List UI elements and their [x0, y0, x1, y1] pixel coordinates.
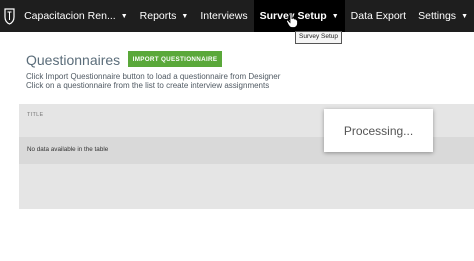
caret-down-icon: ▼ — [461, 12, 468, 20]
nav-item-questionnaire-select[interactable]: Capacitacion Ren... ▼ — [18, 0, 134, 32]
nav-item-data-export[interactable]: Data Export — [345, 0, 412, 32]
nav-item-label: Reports — [139, 10, 177, 22]
nav-item-label: Interviews — [200, 10, 248, 22]
shield-logo-icon[interactable] — [3, 0, 15, 32]
nav-item-reports[interactable]: Reports ▼ — [134, 0, 195, 32]
nav-item-settings[interactable]: Settings ▼ — [412, 0, 474, 32]
instruction-text: Click Import Questionnaire button to loa… — [26, 72, 281, 81]
nav-item-interviews[interactable]: Interviews — [194, 0, 253, 32]
empty-table-message: No data available in the table — [27, 146, 109, 153]
nav-item-survey-setup[interactable]: Survey Setup ▼ — [253, 0, 345, 32]
nav-item-label: Capacitacion Ren... — [24, 10, 116, 22]
caret-down-icon: ▼ — [331, 12, 339, 20]
import-questionnaire-button[interactable]: IMPORT QUESTIONNAIRE — [128, 51, 222, 67]
caret-down-icon: ▼ — [120, 12, 128, 20]
nav-item-label: Settings — [418, 10, 457, 22]
caret-down-icon: ▼ — [181, 12, 189, 20]
instruction-text: Click on a questionnaire from the list t… — [26, 81, 270, 90]
page-title: Questionnaires — [26, 52, 121, 68]
top-navbar: Capacitacion Ren... ▼ Reports ▼ Intervie… — [0, 0, 474, 32]
processing-indicator: Processing... — [324, 109, 433, 152]
nav-item-label: Data Export — [350, 10, 407, 22]
hand-cursor-icon — [286, 12, 298, 28]
tooltip: Survey Setup — [295, 31, 343, 44]
column-header-title[interactable]: TITLE — [27, 112, 43, 118]
